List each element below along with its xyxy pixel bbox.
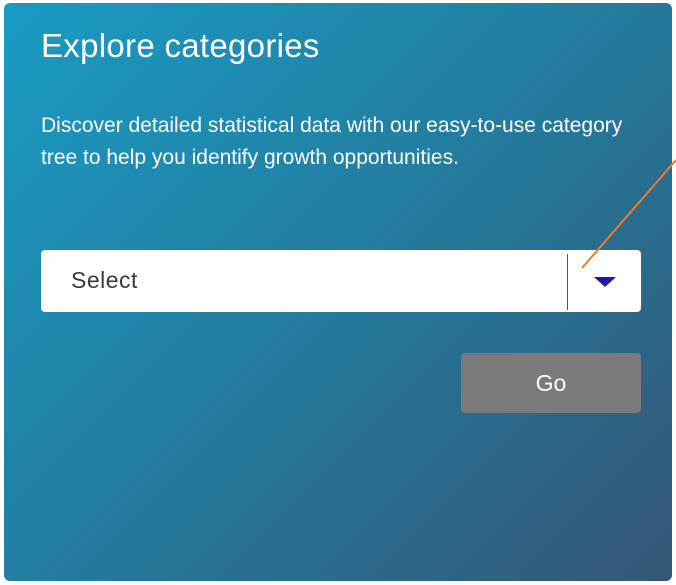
select-divider bbox=[567, 254, 568, 310]
panel-description: Discover detailed statistical data with … bbox=[41, 114, 623, 169]
explore-categories-panel: Explore categories Discover detailed sta… bbox=[4, 3, 672, 581]
category-select[interactable]: Select bbox=[41, 250, 641, 312]
go-button[interactable]: Go bbox=[461, 353, 641, 413]
chevron-down-icon[interactable] bbox=[594, 277, 616, 287]
panel-title: Explore categories bbox=[41, 27, 320, 64]
select-value: Select bbox=[71, 267, 138, 293]
